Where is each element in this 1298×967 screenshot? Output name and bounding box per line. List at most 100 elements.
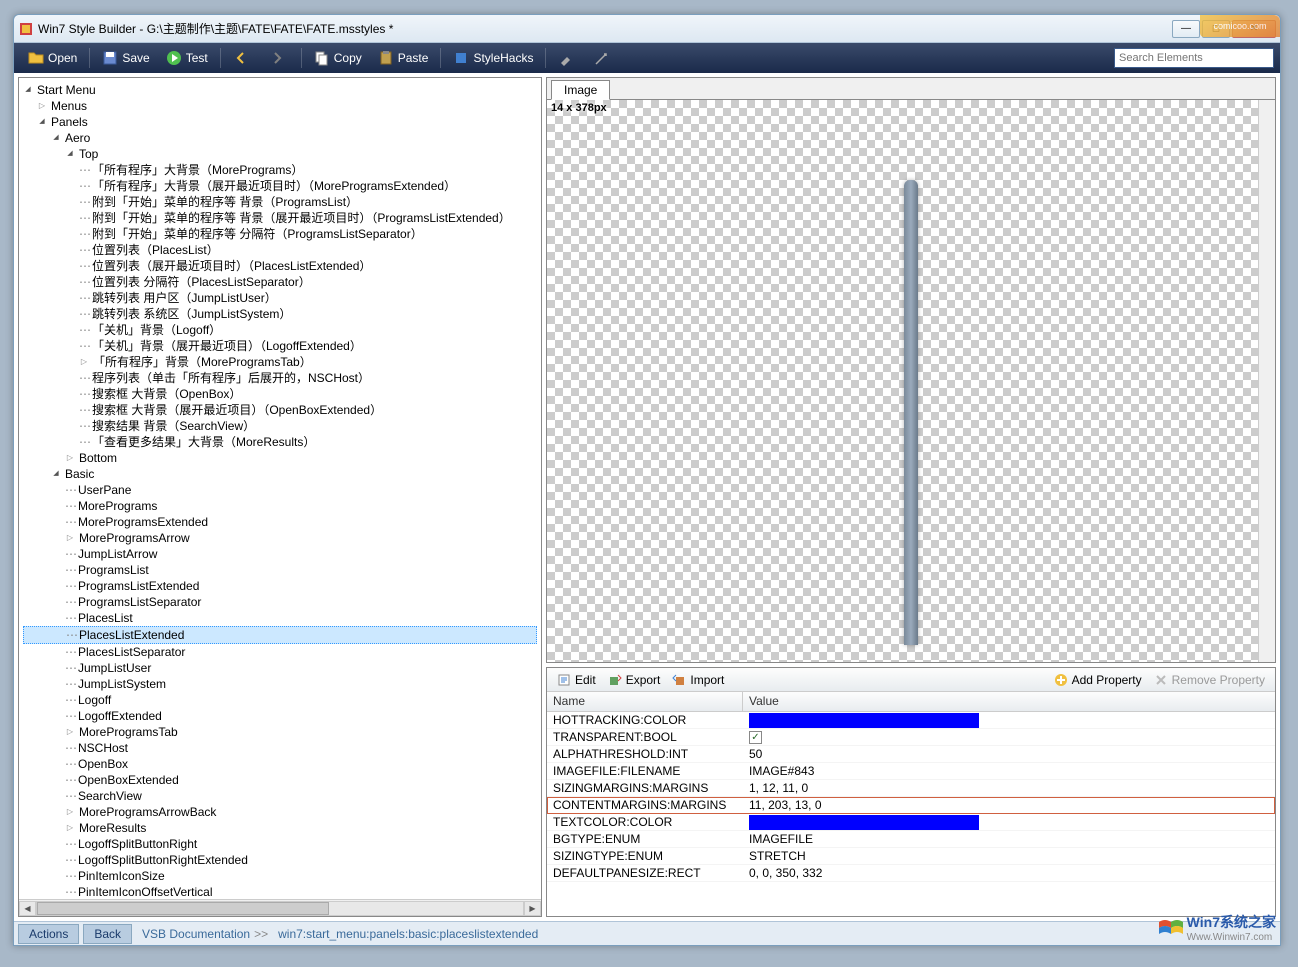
tree-item[interactable]: ⋯搜索框 大背景（OpenBox） [23, 386, 537, 402]
tree-item[interactable]: ⋯JumpListUser [23, 660, 537, 676]
tree-item[interactable]: ⋯「所有程序」大背景（MorePrograms） [23, 162, 537, 178]
save-button[interactable]: Save [94, 47, 157, 69]
tree-item[interactable]: ⋯跳转列表 用户区（JumpListUser） [23, 290, 537, 306]
preview-vertical-scrollbar[interactable] [1258, 100, 1275, 662]
tree-item[interactable]: ⋯OpenBoxExtended [23, 772, 537, 788]
tree-item[interactable]: ⋯SearchView [23, 788, 537, 804]
tree-item[interactable]: 「所有程序」背景（MoreProgramsTab） [23, 354, 537, 370]
tree-item[interactable]: ⋯PinItemIconOffsetVertical [23, 884, 537, 899]
edit-button[interactable]: Edit [551, 671, 602, 689]
tree-item[interactable]: ⋯位置列表（PlacesList） [23, 242, 537, 258]
tree-item[interactable]: ⋯「关机」背景（展开最近项目）（LogoffExtended） [23, 338, 537, 354]
tree-horizontal-scrollbar[interactable]: ◀ ▶ [19, 899, 541, 916]
search-input[interactable] [1114, 48, 1274, 68]
tree-item[interactable]: ⋯PlacesListExtended [23, 626, 537, 644]
tree-item[interactable]: ⋯Logoff [23, 692, 537, 708]
tree-item[interactable]: ⋯MoreProgramsExtended [23, 514, 537, 530]
tree-item[interactable]: ⋯附到「开始」菜单的程序等 分隔符（ProgramsListSeparator） [23, 226, 537, 242]
property-row[interactable]: DEFAULTPANESIZE:RECT0, 0, 350, 332 [547, 865, 1275, 882]
scroll-thumb[interactable] [37, 902, 329, 915]
property-row[interactable]: TRANSPARENT:BOOL✓ [547, 729, 1275, 746]
expand-icon[interactable] [65, 453, 75, 463]
expand-icon[interactable] [65, 533, 75, 543]
property-row[interactable]: SIZINGTYPE:ENUMSTRETCH [547, 848, 1275, 865]
tree-item[interactable]: ⋯位置列表 分隔符（PlacesListSeparator） [23, 274, 537, 290]
tree-item[interactable]: ⋯PinItemIconSize [23, 868, 537, 884]
tree-item[interactable]: MoreProgramsArrowBack [23, 804, 537, 820]
tree-item[interactable]: ⋯LogoffSplitButtonRight [23, 836, 537, 852]
scroll-right-button[interactable]: ▶ [524, 901, 541, 916]
tree-item[interactable]: Aero [23, 130, 537, 146]
properties-list[interactable]: HOTTRACKING:COLORTRANSPARENT:BOOL✓ALPHAT… [547, 712, 1275, 916]
copy-button[interactable]: Copy [306, 47, 370, 69]
color-swatch[interactable] [749, 815, 979, 830]
tree-item[interactable]: ⋯ProgramsListExtended [23, 578, 537, 594]
back-button[interactable]: Back [83, 924, 132, 944]
image-tab[interactable]: Image [551, 80, 610, 100]
tree-item[interactable]: ⋯ProgramsList [23, 562, 537, 578]
tree-item[interactable]: ⋯搜索框 大背景（展开最近项目）（OpenBoxExtended） [23, 402, 537, 418]
tree-item[interactable]: Menus [23, 98, 537, 114]
expand-icon[interactable] [79, 357, 89, 367]
property-row[interactable]: SIZINGMARGINS:MARGINS1, 12, 11, 0 [547, 780, 1275, 797]
tree-item[interactable]: MoreProgramsTab [23, 724, 537, 740]
actions-button[interactable]: Actions [18, 924, 79, 944]
tree-item[interactable]: MoreResults [23, 820, 537, 836]
column-value[interactable]: Value [743, 692, 1275, 711]
tree-item[interactable]: Bottom [23, 450, 537, 466]
tree-item[interactable]: ⋯JumpListArrow [23, 546, 537, 562]
tree-item[interactable]: ⋯PlacesListSeparator [23, 644, 537, 660]
property-row[interactable]: BGTYPE:ENUMIMAGEFILE [547, 831, 1275, 848]
tree-item[interactable]: ⋯搜索结果 背景（SearchView） [23, 418, 537, 434]
scroll-left-button[interactable]: ◀ [19, 901, 36, 916]
property-row[interactable]: HOTTRACKING:COLOR [547, 712, 1275, 729]
property-row[interactable]: IMAGEFILE:FILENAMEIMAGE#843 [547, 763, 1275, 780]
column-name[interactable]: Name [547, 692, 743, 711]
breadcrumb-path[interactable]: win7:start_menu:panels:basic:placesliste… [278, 927, 538, 941]
property-row[interactable]: ALPHATHRESHOLD:INT50 [547, 746, 1275, 763]
tree-item[interactable]: ⋯OpenBox [23, 756, 537, 772]
open-button[interactable]: Open [20, 47, 85, 69]
collapse-icon[interactable] [37, 117, 47, 127]
collapse-icon[interactable] [51, 469, 61, 479]
tree-item[interactable]: MoreProgramsArrow [23, 530, 537, 546]
collapse-icon[interactable] [65, 149, 75, 159]
tree-item[interactable]: Basic [23, 466, 537, 482]
history-forward-button[interactable] [261, 47, 297, 69]
tree-item[interactable]: ⋯程序列表（单击「所有程序」后展开的，NSCHost） [23, 370, 537, 386]
titlebar[interactable]: Win7 Style Builder - G:\主题制作\主题\FATE\FAT… [14, 15, 1280, 43]
tree-item[interactable]: Panels [23, 114, 537, 130]
history-back-button[interactable] [225, 47, 261, 69]
collapse-icon[interactable] [51, 133, 61, 143]
tree-item[interactable]: ⋯MorePrograms [23, 498, 537, 514]
tree-view[interactable]: Start MenuMenusPanelsAeroTop⋯「所有程序」大背景（M… [19, 78, 541, 899]
expand-icon[interactable] [65, 807, 75, 817]
expand-icon[interactable] [65, 823, 75, 833]
tree-item[interactable]: ⋯LogoffSplitButtonRightExtended [23, 852, 537, 868]
tree-item[interactable]: ⋯ProgramsListSeparator [23, 594, 537, 610]
color-swatch[interactable] [749, 713, 979, 728]
tree-item[interactable]: ⋯JumpListSystem [23, 676, 537, 692]
tree-item[interactable]: ⋯位置列表（展开最近项目时）（PlacesListExtended） [23, 258, 537, 274]
property-row[interactable]: CONTENTMARGINS:MARGINS11, 203, 13, 0 [547, 797, 1275, 814]
tree-item[interactable]: Start Menu [23, 82, 537, 98]
checkbox[interactable]: ✓ [749, 731, 762, 744]
minimize-button[interactable]: — [1172, 20, 1200, 38]
tool-b-button[interactable] [586, 47, 622, 69]
tree-item[interactable]: ⋯NSCHost [23, 740, 537, 756]
tool-a-button[interactable] [550, 47, 586, 69]
tree-item[interactable]: Top [23, 146, 537, 162]
tree-item[interactable]: ⋯「关机」背景（Logoff） [23, 322, 537, 338]
export-button[interactable]: Export [602, 671, 667, 689]
expand-icon[interactable] [37, 101, 47, 111]
image-preview[interactable]: 14 x 378px [547, 100, 1275, 662]
property-row[interactable]: TEXTCOLOR:COLOR [547, 814, 1275, 831]
add-property-button[interactable]: Add Property [1048, 671, 1148, 689]
paste-button[interactable]: Paste [370, 47, 437, 69]
documentation-link[interactable]: VSB Documentation [142, 927, 250, 941]
test-button[interactable]: Test [158, 47, 216, 69]
tree-item[interactable]: ⋯附到「开始」菜单的程序等 背景（ProgramsList） [23, 194, 537, 210]
collapse-icon[interactable] [23, 85, 33, 95]
tree-item[interactable]: ⋯UserPane [23, 482, 537, 498]
tree-item[interactable]: ⋯附到「开始」菜单的程序等 背景（展开最近项目时）（ProgramsListEx… [23, 210, 537, 226]
